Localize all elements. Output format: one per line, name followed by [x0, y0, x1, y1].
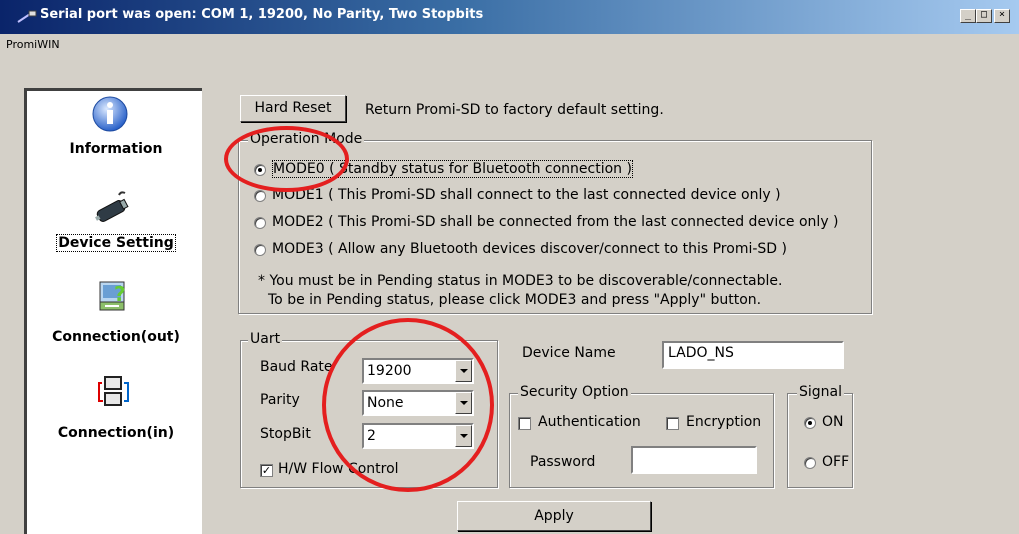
connection-out-icon[interactable]: ?	[97, 279, 131, 313]
mode1-label[interactable]: MODE1 ( This Promi-SD shall connect to t…	[272, 187, 781, 203]
mode3-note-line1: * You must be in Pending status in MODE3…	[258, 273, 783, 289]
operation-mode-legend: Operation Mode	[248, 131, 365, 147]
minimize-button[interactable]: _	[960, 9, 976, 23]
signal-off-label[interactable]: OFF	[822, 454, 849, 470]
signal-off-radio[interactable]	[804, 457, 816, 469]
window-title: Serial port was open: COM 1, 19200, No P…	[40, 7, 484, 22]
device-name-field[interactable]: LADO_NS	[662, 341, 844, 369]
security-option-legend: Security Option	[518, 384, 631, 400]
chevron-down-icon[interactable]	[455, 392, 472, 414]
signal-on-radio[interactable]	[804, 417, 816, 429]
apply-button[interactable]: Apply	[457, 501, 651, 531]
mode0-label-text: MODE0 ( Standby status for Bluetooth con…	[272, 160, 633, 178]
flow-control-checkbox[interactable]: ✓	[260, 464, 273, 477]
parity-select[interactable]: None	[362, 390, 474, 416]
device-name-label: Device Name	[522, 345, 616, 361]
signal-legend: Signal	[797, 384, 845, 400]
stopbit-value: 2	[367, 428, 376, 444]
signal-group	[787, 393, 853, 488]
baud-rate-value: 19200	[367, 363, 412, 379]
menu-item-promiwin[interactable]: PromiWIN	[6, 38, 60, 51]
svg-text:?: ?	[114, 282, 126, 306]
menu-bar	[0, 34, 1019, 56]
sidebar-item-device-setting-label: Device Setting	[56, 234, 176, 252]
chevron-down-icon[interactable]	[455, 360, 472, 382]
hard-reset-button[interactable]: Hard Reset	[240, 95, 346, 122]
mode1-radio[interactable]	[254, 190, 266, 202]
info-icon[interactable]	[91, 95, 129, 133]
password-field[interactable]	[631, 446, 757, 474]
sidebar-item-device-setting[interactable]: Device Setting	[27, 234, 205, 252]
maximize-button[interactable]: □	[976, 9, 992, 23]
parity-label: Parity	[260, 392, 300, 408]
mode3-label[interactable]: MODE3 ( Allow any Bluetooth devices disc…	[272, 241, 787, 257]
flow-control-label[interactable]: H/W Flow Control	[278, 461, 399, 477]
password-label: Password	[530, 454, 596, 470]
connection-in-icon[interactable]	[97, 375, 131, 411]
authentication-checkbox[interactable]	[518, 417, 531, 430]
parity-value: None	[367, 395, 404, 411]
cable-icon	[17, 10, 37, 23]
navigation-sidebar: Information Device Setting ? Connection(…	[24, 88, 202, 534]
stopbit-select[interactable]: 2	[362, 423, 474, 449]
sidebar-item-connection-out[interactable]: Connection(out)	[27, 329, 205, 345]
mode0-label[interactable]: MODE0 ( Standby status for Bluetooth con…	[272, 160, 633, 178]
serial-device-icon[interactable]	[91, 191, 131, 225]
hard-reset-description: Return Promi-SD to factory default setti…	[365, 102, 664, 118]
sidebar-item-connection-in[interactable]: Connection(in)	[27, 425, 205, 441]
mode3-radio[interactable]	[254, 244, 266, 256]
mode3-note-line2: To be in Pending status, please click MO…	[268, 292, 762, 308]
chevron-down-icon[interactable]	[455, 425, 472, 447]
mode2-label[interactable]: MODE2 ( This Promi-SD shall be connected…	[272, 214, 839, 230]
mode0-radio[interactable]	[254, 164, 266, 176]
signal-on-label[interactable]: ON	[822, 414, 844, 430]
close-button[interactable]: ×	[994, 9, 1010, 23]
baud-rate-label: Baud Rate	[260, 359, 333, 375]
mode2-radio[interactable]	[254, 217, 266, 229]
encryption-label[interactable]: Encryption	[686, 414, 761, 430]
encryption-checkbox[interactable]	[666, 417, 679, 430]
sidebar-item-information[interactable]: Information	[27, 141, 205, 157]
stopbit-label: StopBit	[260, 426, 311, 442]
uart-legend: Uart	[248, 331, 283, 347]
baud-rate-select[interactable]: 19200	[362, 358, 474, 384]
authentication-label[interactable]: Authentication	[538, 414, 641, 430]
